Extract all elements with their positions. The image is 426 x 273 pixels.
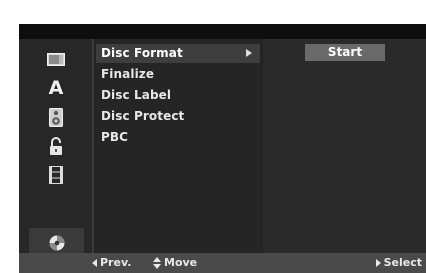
lock-icon [50,136,62,155]
right-arrow-icon [375,258,381,267]
help-bar: Prev. Move Select [19,253,426,273]
picture-icon [47,52,65,66]
option-disc-format[interactable]: Disc Format [96,44,260,63]
sidebar-item-audio[interactable] [39,103,73,131]
setup-menu-screen: A Disc Format Finalize Disc Label Disc P… [19,24,426,273]
option-label: Disc Format [101,46,183,60]
select-hint: Select [375,256,422,269]
option-disc-protect[interactable]: Disc Protect [96,107,261,126]
select-label: Select [383,256,422,269]
sidebar-item-language[interactable]: A [39,74,73,102]
category-sidebar: A [19,39,94,270]
submenu-arrow-icon [246,49,252,57]
prev-hint: Prev. [92,256,131,269]
move-label: Move [164,256,198,269]
move-hint: Move [153,256,197,269]
option-label: PBC [101,130,129,144]
sidebar-item-recording[interactable] [39,161,73,189]
options-list: Disc Format Finalize Disc Label Disc Pro… [96,39,261,270]
option-label: Finalize [101,67,155,81]
recording-icon [49,166,63,184]
option-label: Disc Label [101,88,172,102]
option-finalize[interactable]: Finalize [96,65,261,84]
top-band [19,24,426,39]
action-panel: Start [263,39,426,270]
prev-label: Prev. [100,256,132,269]
menu-area: A Disc Format Finalize Disc Label Disc P… [19,39,426,270]
sidebar-item-picture[interactable] [39,45,73,73]
sidebar-item-lock[interactable] [39,132,73,160]
left-arrow-icon [92,258,97,267]
option-disc-label[interactable]: Disc Label [96,86,261,105]
start-button[interactable]: Start [305,44,385,61]
audio-icon [49,107,63,127]
disc-icon [49,235,64,251]
up-down-arrow-icon [153,256,161,269]
option-pbc[interactable]: PBC [96,128,261,147]
option-label: Disc Protect [101,109,185,123]
language-icon: A [48,77,64,99]
